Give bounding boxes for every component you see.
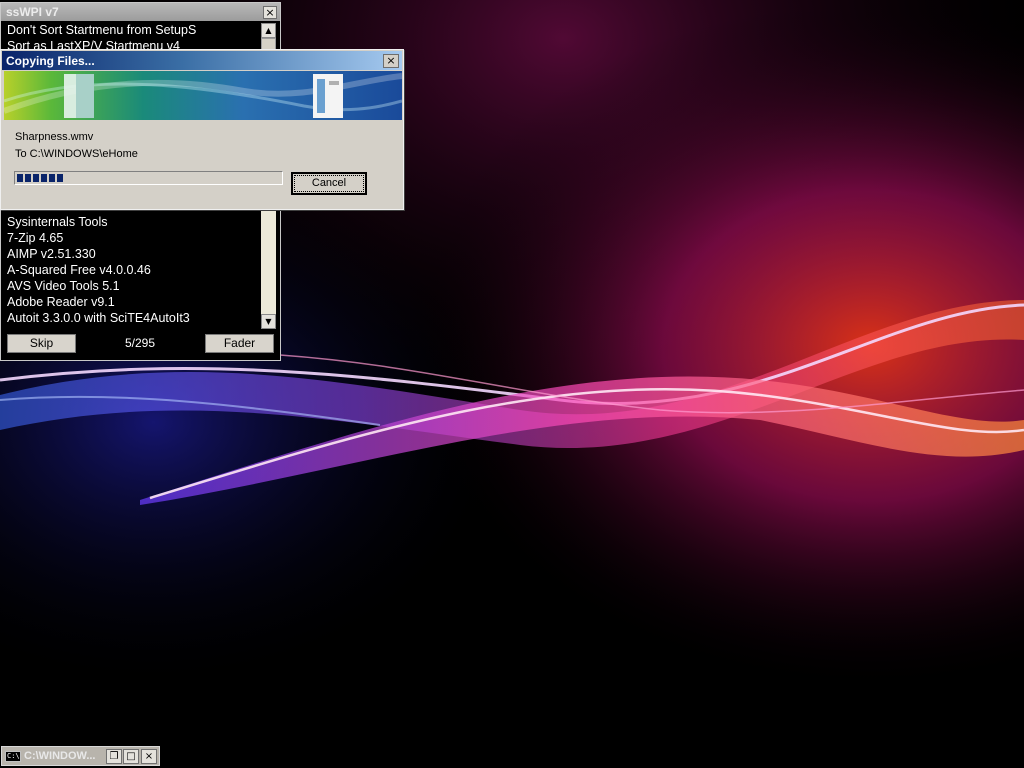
taskbar-close-button[interactable]: × bbox=[141, 749, 157, 764]
program-list-item[interactable]: Don't Sort Startmenu from SetupS bbox=[5, 22, 261, 38]
program-list-item[interactable]: A-Squared Free v4.0.0.46 bbox=[5, 262, 261, 278]
copying-files-dialog: Copying Files... × Sharpness.wmv To C:\W… bbox=[0, 49, 404, 210]
sswpi-close-button[interactable]: × bbox=[263, 6, 277, 19]
program-list-item[interactable]: Autoit 3.3.0.0 with SciTE4AutoIt3 bbox=[5, 310, 261, 326]
skip-button[interactable]: Skip bbox=[7, 334, 76, 353]
command-prompt-icon: C:\ bbox=[5, 751, 21, 762]
program-list-item[interactable]: AVS Video Tools 5.1 bbox=[5, 278, 261, 294]
copy-progress-bar bbox=[14, 171, 283, 185]
cancel-button[interactable]: Cancel bbox=[291, 172, 367, 195]
program-list-item[interactable]: AIMP v2.51.330 bbox=[5, 246, 261, 262]
taskbar-window-title: C:\WINDOW... bbox=[24, 750, 96, 762]
program-list-item[interactable]: 7-Zip 4.65 bbox=[5, 230, 261, 246]
install-counter: 5/295 bbox=[125, 336, 156, 350]
copy-dialog-titlebar[interactable]: Copying Files... × bbox=[2, 51, 402, 70]
program-list-item[interactable]: Sysinternals Tools bbox=[5, 214, 261, 230]
destination-computer-icon bbox=[313, 74, 343, 118]
copy-destination: To C:\WINDOWS\eHome bbox=[15, 148, 138, 160]
copy-progress-fill bbox=[17, 174, 65, 182]
sswpi-titlebar[interactable]: ssWPI v7 × bbox=[1, 3, 280, 21]
program-list-item[interactable]: Adobe Reader v9.1 bbox=[5, 294, 261, 310]
maximize-button[interactable]: □ bbox=[123, 749, 139, 764]
taskbar-cmd-window[interactable]: C:\ C:\WINDOW... ❐ □ × bbox=[1, 746, 160, 766]
copy-dialog-close-button[interactable]: × bbox=[383, 54, 399, 68]
source-folder-icon bbox=[64, 74, 94, 118]
sswpi-title: ssWPI v7 bbox=[6, 5, 59, 19]
restore-button[interactable]: ❐ bbox=[106, 749, 122, 764]
copy-animation-banner bbox=[4, 71, 402, 120]
scroll-down-arrow-icon[interactable]: ▼ bbox=[261, 314, 276, 329]
cancel-button-label: Cancel bbox=[294, 175, 364, 192]
fader-button[interactable]: Fader bbox=[205, 334, 274, 353]
copy-filename: Sharpness.wmv bbox=[15, 131, 94, 143]
scroll-up-arrow-icon[interactable]: ▲ bbox=[261, 23, 276, 38]
copy-dialog-title: Copying Files... bbox=[6, 54, 95, 68]
